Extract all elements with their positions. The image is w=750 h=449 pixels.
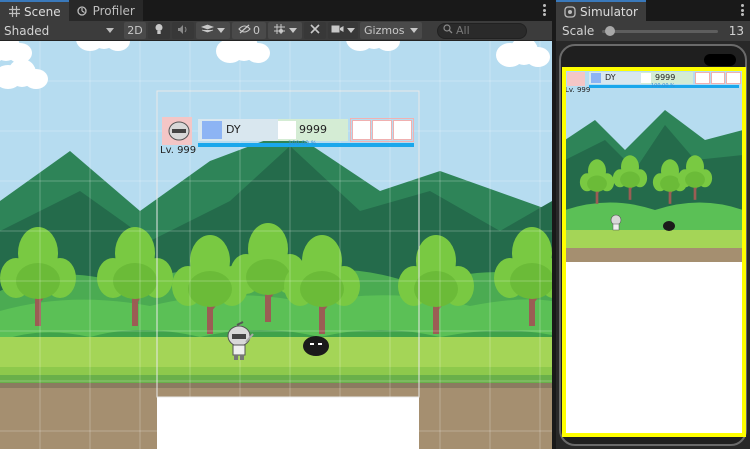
scene-tab-bar: Scene Profiler xyxy=(0,0,552,21)
chevron-down-icon xyxy=(410,28,418,33)
scale-label: Scale xyxy=(562,24,595,38)
tab-profiler-label: Profiler xyxy=(92,3,135,18)
profiler-icon xyxy=(76,5,89,17)
effects-dropdown-button[interactable] xyxy=(196,22,230,39)
chevron-down-icon xyxy=(289,28,297,33)
speaker-icon xyxy=(177,24,189,38)
scale-slider-handle[interactable] xyxy=(605,25,616,36)
grid-snapping-button[interactable] xyxy=(268,22,302,39)
player-hud: Lv. 999 DY 9999 100.00 % xyxy=(160,115,420,156)
name-panel: DY xyxy=(198,119,278,141)
toggle-2d-label: 2D xyxy=(127,24,143,37)
player-level: Lv. 999 xyxy=(160,145,197,156)
slime-enemy-sprite[interactable] xyxy=(303,336,329,356)
player-portrait xyxy=(162,117,192,145)
safe-area-overlay xyxy=(562,67,746,437)
item-slot[interactable] xyxy=(372,120,392,140)
scale-value[interactable]: 13 xyxy=(726,24,744,38)
exp-text: 100.00 % xyxy=(288,140,317,147)
toggle-2d-button[interactable]: 2D xyxy=(124,22,146,39)
player-name: DY xyxy=(226,123,241,136)
item-slot[interactable] xyxy=(392,120,412,140)
scene-panel-menu-icon[interactable] xyxy=(542,4,546,16)
tab-simulator-label: Simulator xyxy=(580,4,638,19)
search-icon xyxy=(443,24,453,37)
scene-visibility-button[interactable]: 0 xyxy=(232,22,266,39)
shading-mode-dropdown[interactable]: Shaded xyxy=(0,22,118,40)
simulator-toolbar: Scale 13 xyxy=(556,21,750,41)
gizmos-dropdown[interactable]: Gizmos xyxy=(360,22,422,39)
shading-mode-label: Shaded xyxy=(4,23,50,38)
lightbulb-icon xyxy=(154,23,164,38)
device-camera-notch xyxy=(704,54,736,66)
chevron-down-icon xyxy=(347,28,355,33)
camera-icon xyxy=(331,24,344,37)
simulator-view: Lv. 999 DY 9999 100.00 % xyxy=(556,41,750,449)
eye-hidden-icon xyxy=(238,24,251,37)
tab-profiler[interactable]: Profiler xyxy=(68,0,143,21)
hidden-count: 0 xyxy=(253,24,260,37)
hierarchy-search-input[interactable]: All xyxy=(437,22,527,39)
tools-button[interactable] xyxy=(304,22,326,39)
chevron-down-icon xyxy=(106,28,114,33)
scene-toolbar: Shaded 2D 0 Gizmos All xyxy=(0,21,552,41)
lighting-toggle-button[interactable] xyxy=(148,22,170,39)
player-number: 9999 xyxy=(299,123,327,136)
layers-icon xyxy=(200,24,215,38)
tab-scene-label: Scene xyxy=(24,4,61,19)
simulator-panel-menu-icon[interactable] xyxy=(740,4,744,16)
name-color-swatch xyxy=(202,121,222,139)
camera-dropdown-button[interactable] xyxy=(328,22,358,39)
number-swatch xyxy=(278,121,296,139)
grid-snap-icon xyxy=(273,23,286,38)
knight-avatar-icon xyxy=(168,121,190,141)
gizmos-label: Gizmos xyxy=(364,24,405,37)
audio-toggle-button[interactable] xyxy=(172,22,194,39)
chevron-down-icon xyxy=(217,28,225,33)
tools-icon xyxy=(309,23,321,38)
unity-editor: Scene Profiler Simulator Shaded 2D 0 Giz… xyxy=(0,0,750,449)
slot-panel xyxy=(350,118,414,142)
simulator-tab-bar: Simulator xyxy=(556,0,750,21)
tab-scene[interactable]: Scene xyxy=(0,0,69,21)
simulator-icon xyxy=(564,5,576,18)
scale-slider[interactable] xyxy=(602,25,718,36)
number-panel: 9999 xyxy=(278,119,348,141)
item-slot[interactable] xyxy=(352,120,372,140)
scene-canvas[interactable] xyxy=(0,41,552,449)
tab-simulator[interactable]: Simulator xyxy=(556,0,646,21)
search-placeholder: All xyxy=(456,24,470,37)
scene-view[interactable]: Lv. 999 DY 9999 100.00 % xyxy=(0,41,552,449)
camera-bounds-bottom xyxy=(157,397,419,449)
grass-strip xyxy=(0,337,552,371)
grid-icon xyxy=(8,6,20,18)
